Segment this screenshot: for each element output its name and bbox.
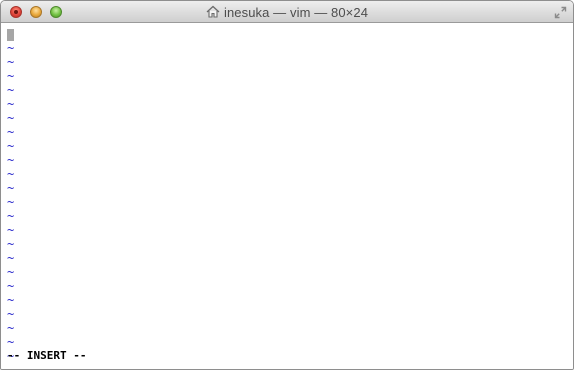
empty-line-marker: ~ [7,195,15,209]
empty-line-marker: ~ [7,209,15,223]
mode-status-line: -- INSERT -- [7,349,87,362]
empty-line-marker: ~ [7,125,15,139]
empty-line-marker: ~ [7,237,15,251]
text-cursor [7,29,14,41]
terminal-window: inesuka — vim — 80×24 ~ ~ ~ ~ ~ ~ ~ ~ ~ ~ ~ ~ ~ ~ ~ ~ ~ ~… [0,0,574,370]
empty-line-marker: ~ [7,321,15,335]
empty-line-marker: ~ [7,265,15,279]
empty-line-marker: ~ [7,97,15,111]
window-title: inesuka — vim — 80×24 [1,1,573,23]
empty-line-marker: ~ [7,153,15,167]
empty-line-marker: ~ [7,223,15,237]
empty-line-marker: ~ [7,293,15,307]
empty-line-marker: ~ [7,69,15,83]
empty-line-markers: ~ ~ ~ ~ ~ ~ ~ ~ ~ ~ ~ ~ ~ ~ ~ ~ ~ ~ ~ ~ ~ ~ ~ [7,41,14,363]
empty-line-marker: ~ [7,167,15,181]
home-icon [206,5,220,18]
fullscreen-arrows-icon[interactable] [554,6,567,19]
empty-line-marker: ~ [7,307,15,321]
title-bar[interactable]: inesuka — vim — 80×24 [1,1,573,23]
window-title-text: inesuka — vim — 80×24 [223,4,369,20]
empty-line-marker: ~ [7,41,15,55]
empty-line-marker: ~ [7,139,15,153]
vim-editor-area[interactable]: ~ ~ ~ ~ ~ ~ ~ ~ ~ ~ ~ ~ ~ ~ ~ ~ ~ ~ ~ ~ ~ ~ ~ -- INSERT -- [1,23,573,369]
empty-line-marker: ~ [7,111,15,125]
empty-line-marker: ~ [7,181,15,195]
empty-line-marker: ~ [7,279,15,293]
empty-line-marker: ~ [7,83,15,97]
empty-line-marker: ~ [7,55,15,69]
empty-line-marker: ~ [7,251,15,265]
empty-line-marker: ~ [7,335,15,349]
